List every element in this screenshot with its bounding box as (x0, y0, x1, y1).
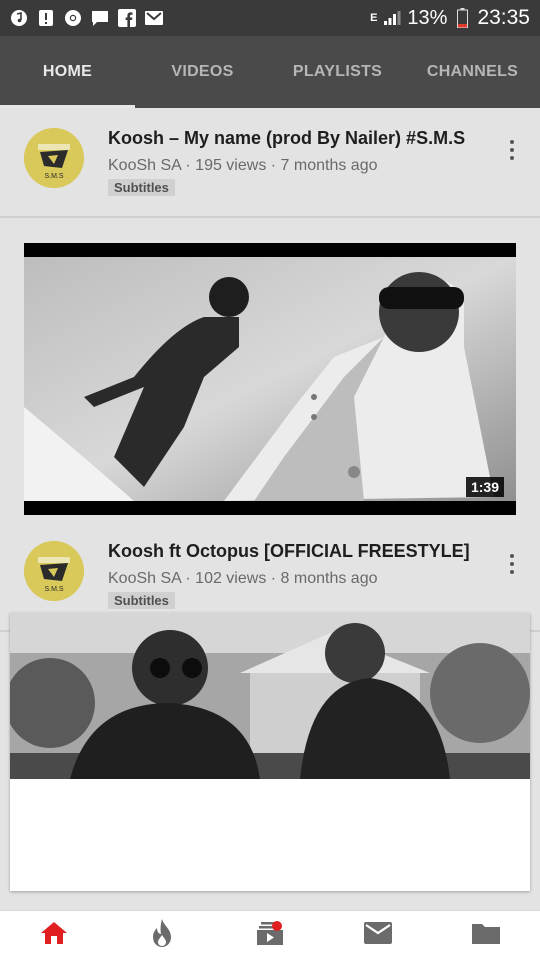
battery-percent: 13% (407, 6, 448, 29)
signal-icon (383, 9, 401, 27)
nav-home[interactable] (0, 911, 108, 960)
video-meta: Koosh ft Octopus [OFFICIAL FREESTYLE] Ko… (108, 541, 488, 610)
video-meta: Koosh – My name (prod By Nailer) #S.M.S … (108, 128, 488, 197)
tab-channels[interactable]: CHANNELS (405, 36, 540, 108)
channel-avatar[interactable]: S.M.S (24, 541, 84, 601)
tab-videos[interactable]: VIDEOS (135, 36, 270, 108)
video-thumbnail[interactable]: 1:39 (24, 243, 516, 515)
network-type: E (370, 12, 378, 24)
nav-library[interactable] (432, 911, 540, 960)
video-title[interactable]: Koosh – My name (prod By Nailer) #S.M.S (108, 128, 488, 149)
video-subline: KooSh SA · 195 views · 7 months ago (108, 157, 378, 174)
video-duration: 1:39 (465, 477, 504, 497)
notification-icons (10, 9, 163, 27)
more-options-button[interactable] (504, 552, 520, 576)
nav-subscriptions[interactable] (216, 911, 324, 960)
video-feed[interactable]: S.M.S Koosh – My name (prod By Nailer) #… (0, 108, 540, 910)
tab-home[interactable]: HOME (0, 36, 135, 108)
avatar-text: S.M.S (44, 586, 63, 593)
avatar-text: S.M.S (44, 173, 63, 180)
chrome-icon (64, 9, 82, 27)
library-icon (471, 921, 501, 950)
chat-icon (91, 9, 109, 27)
nav-trending[interactable] (108, 911, 216, 960)
subtitles-badge: Subtitles (108, 592, 175, 609)
subtitles-badge: Subtitles (108, 179, 175, 196)
thumbnail-image (24, 257, 516, 501)
trending-icon (149, 918, 175, 953)
facebook-icon (118, 9, 136, 27)
status-bar: E 13% 23:35 (0, 0, 540, 36)
gmail-icon (145, 9, 163, 27)
channel-avatar[interactable]: S.M.S (24, 128, 84, 188)
video-title[interactable]: Koosh ft Octopus [OFFICIAL FREESTYLE] (108, 541, 488, 562)
tab-playlists[interactable]: PLAYLISTS (270, 36, 405, 108)
bottom-navigation (0, 910, 540, 960)
divider (0, 216, 540, 218)
nav-inbox[interactable] (324, 911, 432, 960)
music-icon (10, 9, 28, 27)
video-subline: KooSh SA · 102 views · 8 months ago (108, 570, 378, 587)
more-options-button[interactable] (504, 138, 520, 162)
video-preview-card[interactable] (10, 613, 530, 891)
clock: 23:35 (477, 6, 530, 29)
channel-tab-bar: HOME VIDEOS PLAYLISTS CHANNELS (0, 36, 540, 108)
battery-icon (453, 8, 471, 28)
thumbnail-image (10, 613, 530, 779)
inbox-icon (363, 921, 393, 950)
notification-dot (272, 921, 282, 931)
home-icon (39, 920, 69, 951)
system-status: E 13% 23:35 (370, 6, 530, 30)
alert-icon (37, 9, 55, 27)
